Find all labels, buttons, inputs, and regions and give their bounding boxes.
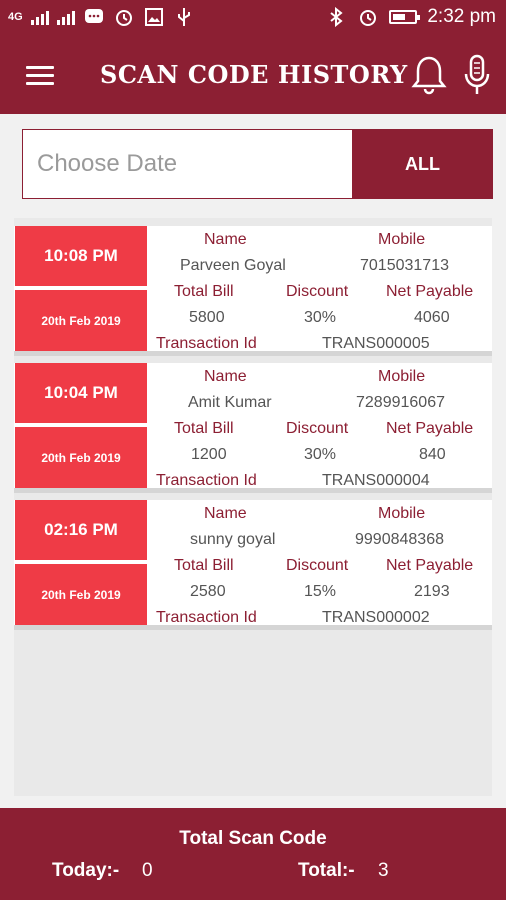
today-count: 0 [142,860,153,881]
card-time: 10:04 PM [15,363,147,423]
signal-icon [56,9,75,25]
card-time: 10:08 PM [15,226,147,286]
net-payable-value: 2193 [414,583,450,600]
app-bar: SCAN CODE HISTORY [0,38,506,114]
usb-icon [173,6,195,28]
status-time: 2:32 pm [427,6,496,27]
network-type: 4G [8,11,23,23]
date-filter: ALL [22,129,493,199]
today-label: Today:- [52,860,120,881]
transaction-id-label: Transaction Id [156,609,257,626]
bell-icon[interactable] [410,54,448,98]
discount-label: Discount [286,557,349,574]
customer-mobile: 7289916067 [356,394,445,411]
card-date: 20th Feb 2019 [15,564,147,625]
discount-value: 30% [304,446,337,463]
customer-name: Parveen Goyal [180,257,286,274]
name-label: Name [204,231,247,248]
history-card[interactable]: 10:04 PM 20th Feb 2019 Name Mobile Amit … [14,363,492,493]
image-icon [143,6,165,28]
signal-icon [30,9,49,25]
discount-label: Discount [286,283,349,300]
footer-title: Total Scan Code [179,828,327,849]
summary-footer: Total Scan Code Today:- 0 Total:- 3 [0,808,506,900]
transaction-id-label: Transaction Id [156,335,257,352]
customer-mobile: 7015031713 [360,257,449,274]
alarm-icon [113,6,135,28]
total-bill-value: 2580 [190,583,226,600]
total-bill-label: Total Bill [174,283,234,300]
transaction-id-label: Transaction Id [156,472,257,489]
bluetooth-icon [325,6,347,28]
history-card[interactable]: 10:08 PM 20th Feb 2019 Name Mobile Parve… [14,226,492,356]
mic-icon[interactable] [462,54,492,98]
mobile-label: Mobile [378,231,426,248]
net-payable-value: 4060 [414,309,450,326]
discount-label: Discount [286,420,349,437]
card-time: 02:16 PM [15,500,147,560]
menu-icon[interactable] [26,66,54,86]
battery-icon [389,10,421,24]
net-payable-label: Net Payable [386,283,474,300]
choose-date-input[interactable] [22,129,352,199]
discount-value: 30% [304,309,337,326]
status-left: 4G [8,6,195,28]
transaction-id-value: TRANS000002 [322,609,430,626]
name-label: Name [204,368,247,385]
mobile-label: Mobile [378,368,426,385]
customer-name: sunny goyal [190,531,276,548]
status-right: 2:32 pm [325,6,496,28]
total-count: 3 [378,860,389,881]
card-date: 20th Feb 2019 [15,290,147,351]
status-bar: 4G 2:32 pm [0,0,506,38]
total-bill-label: Total Bill [174,557,234,574]
customer-name: Amit Kumar [188,394,272,411]
whatsapp-icon [83,6,105,28]
net-payable-label: Net Payable [386,420,474,437]
all-button[interactable]: ALL [352,129,493,199]
transaction-id-value: TRANS000004 [322,472,430,489]
discount-value: 15% [304,583,337,600]
card-date: 20th Feb 2019 [15,427,147,488]
mobile-label: Mobile [378,505,426,522]
net-payable-value: 840 [419,446,446,463]
total-label: Total:- [298,860,355,881]
total-bill-value: 1200 [191,446,227,463]
transaction-id-value: TRANS000005 [322,335,430,352]
total-bill-label: Total Bill [174,420,234,437]
page-title: SCAN CODE HISTORY [100,60,408,89]
customer-mobile: 9990848368 [355,531,444,548]
history-card[interactable]: 02:16 PM 20th Feb 2019 Name Mobile sunny… [14,500,492,630]
net-payable-label: Net Payable [386,557,474,574]
name-label: Name [204,505,247,522]
total-bill-value: 5800 [189,309,225,326]
alarm-icon [357,6,379,28]
